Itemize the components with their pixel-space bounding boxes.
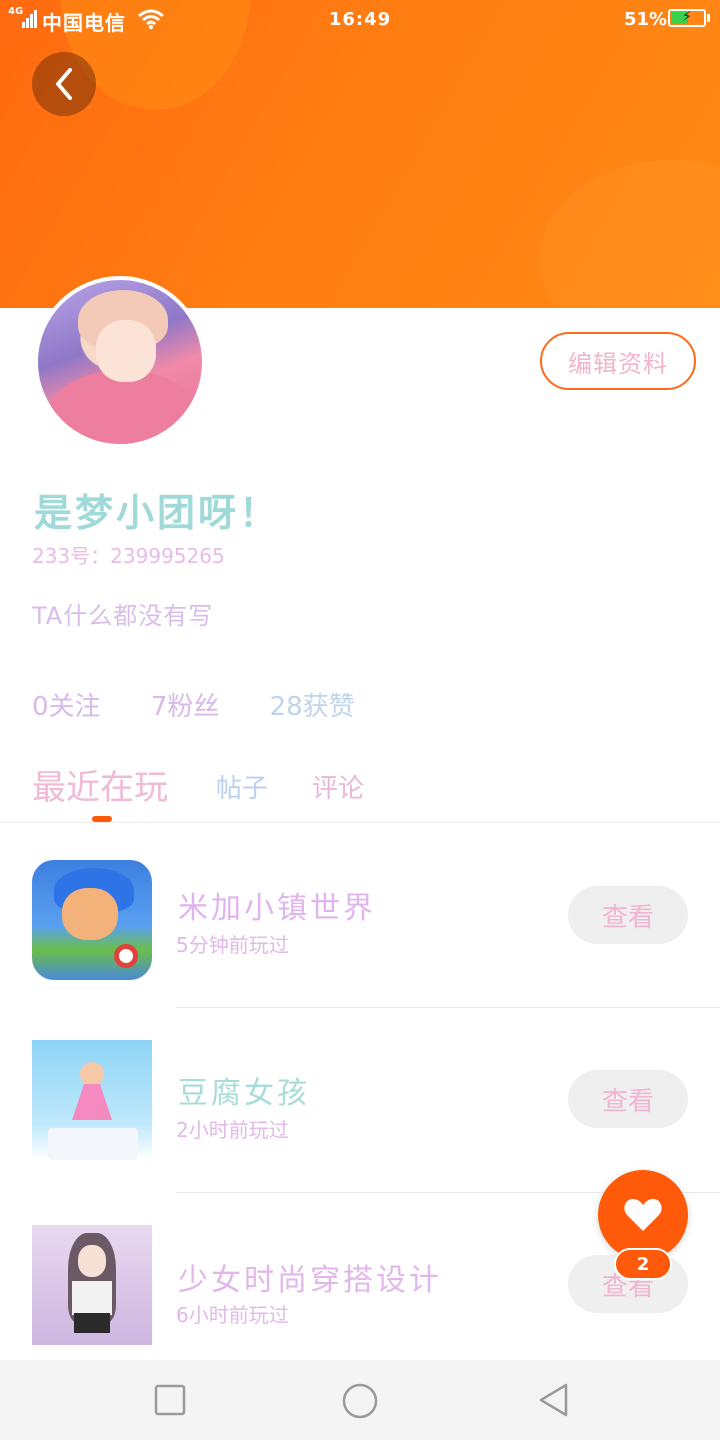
battery-icon: ⚡ (668, 9, 706, 27)
square-icon[interactable] (152, 1382, 188, 1418)
battery-percent: 51% (624, 9, 668, 30)
status-bar: 4G 中国电信 16:49 51% ⚡ (0, 0, 720, 40)
view-button[interactable]: 查看 (568, 1070, 688, 1128)
likes-count: 28获赞 (269, 692, 355, 722)
tab-posts[interactable]: 帖子 (216, 768, 268, 805)
edit-profile-button[interactable]: 编辑资料 (540, 332, 696, 390)
profile-stats: 0关注 7粉丝 28获赞 (32, 686, 397, 723)
view-button[interactable]: 查看 (568, 886, 688, 944)
following-count[interactable]: 0关注 (32, 686, 101, 723)
header-banner (0, 0, 720, 308)
user-id: 233号：239995265 (32, 544, 225, 568)
followers-count[interactable]: 7粉丝 (151, 686, 220, 723)
avatar-image (38, 280, 202, 444)
clock: 16:49 (328, 9, 392, 30)
circle-icon[interactable] (341, 1382, 378, 1419)
bio: TA什么都没有写 (32, 602, 214, 630)
game-icon (32, 1225, 152, 1345)
game-icon (32, 860, 152, 980)
tab-recently-played[interactable]: 最近在玩 (32, 760, 168, 809)
game-icon (32, 1040, 152, 1160)
banner-decoration (540, 160, 720, 308)
game-title: 米加小镇世界 (178, 891, 376, 926)
played-time: 6小时前玩过 (176, 1303, 289, 1327)
tab-comments[interactable]: 评论 (312, 768, 364, 805)
divider (176, 1007, 720, 1008)
back-button[interactable] (32, 52, 96, 116)
game-title: 豆腐女孩 (178, 1076, 310, 1111)
chevron-left-icon (56, 68, 72, 100)
avatar[interactable] (34, 276, 206, 448)
nickname: 是梦小团呀！ (34, 491, 281, 535)
divider (0, 822, 720, 823)
played-time: 5分钟前玩过 (176, 933, 289, 957)
game-title: 少女时尚穿搭设计 (178, 1263, 442, 1298)
triangle-back-icon[interactable] (536, 1382, 572, 1418)
battery-tip (707, 14, 710, 22)
charging-icon: ⚡ (682, 9, 692, 25)
list-item[interactable]: 米加小镇世界 5分钟前玩过 查看 (0, 845, 720, 1030)
favorites-button[interactable] (598, 1170, 688, 1260)
heart-icon (624, 1198, 662, 1231)
system-nav-bar (0, 1360, 720, 1440)
favorites-badge: 2 (614, 1248, 672, 1280)
played-time: 2小时前玩过 (176, 1118, 289, 1142)
